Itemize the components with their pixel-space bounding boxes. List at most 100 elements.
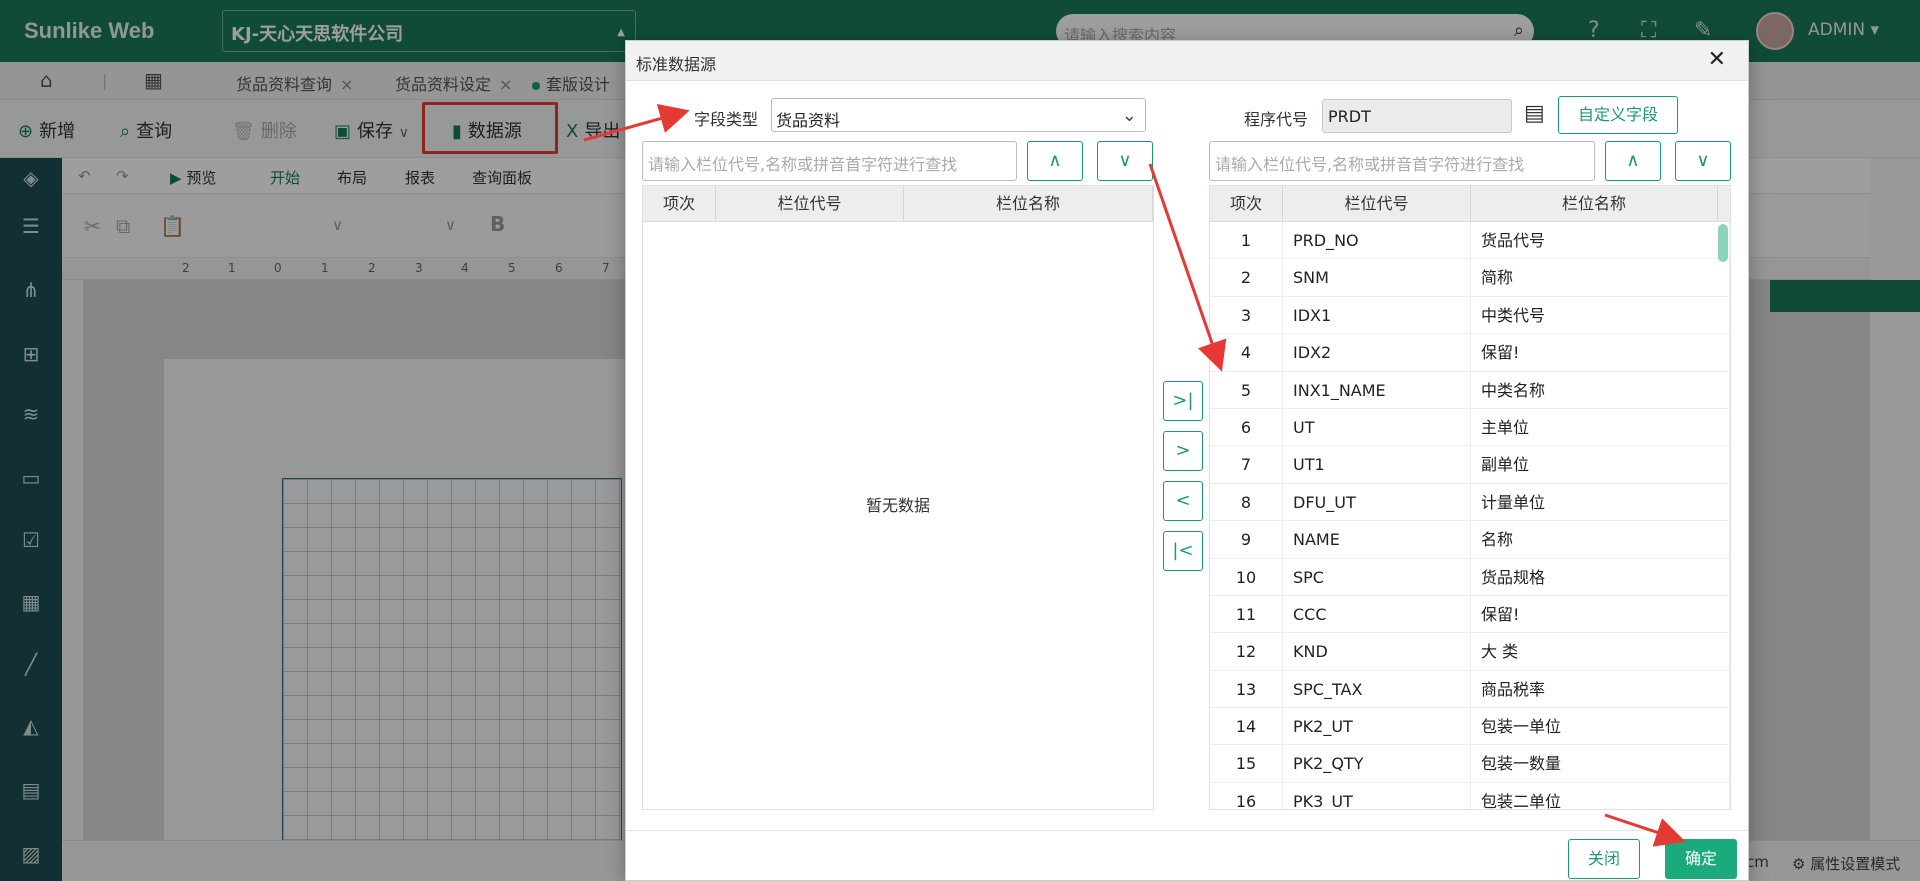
chevron-right-icon: > (1175, 440, 1191, 461)
table-header: 项次 栏位代号 栏位名称 (643, 186, 1153, 222)
row-no: 14 (1210, 708, 1283, 745)
table-row[interactable]: 15 PK2_QTY 包装一数量 (1210, 745, 1730, 783)
col-name: 栏位名称 (1471, 186, 1718, 221)
table-body: 1 PRD_NO 货品代号 2 SNM 简称 3 IDX1 中类代号 4 IDX2 保留! 5 INX1_… (1210, 222, 1730, 809)
row-name: 名称 (1471, 521, 1730, 558)
datasource-dialog: 标准数据源 ✕ 字段类型 货品资料 ⌄ 请输入栏位代号,名称或拼音首字符进行查找… (625, 40, 1749, 881)
row-name: 副单位 (1471, 446, 1730, 483)
chevron-down-icon: ∨ (1696, 150, 1710, 171)
col-name: 栏位名称 (904, 186, 1153, 221)
row-no: 7 (1210, 446, 1283, 483)
available-fields-table: 项次 栏位代号 栏位名称 1 PRD_NO 货品代号 2 SNM 简称 3 IDX1 中类代号 4… (1209, 185, 1731, 810)
row-code: KND (1283, 633, 1471, 670)
right-search-input[interactable]: 请输入栏位代号,名称或拼音首字符进行查找 (1209, 141, 1595, 181)
close-icon[interactable]: ✕ (1708, 47, 1726, 72)
chevron-right-bar-icon: >| (1172, 390, 1194, 411)
row-name: 保留! (1471, 334, 1730, 371)
row-code: UT (1283, 408, 1471, 446)
field-type-label: 字段类型 (694, 110, 759, 129)
col-code: 栏位代号 (716, 186, 904, 221)
row-name: 包装一单位 (1471, 708, 1730, 745)
scrollbar[interactable] (1718, 224, 1728, 262)
row-no: 2 (1210, 259, 1283, 296)
move-all-left-button[interactable]: |< (1163, 531, 1203, 571)
chevron-down-icon: ∨ (1118, 150, 1132, 171)
table-row[interactable]: 3 IDX1 中类代号 (1210, 296, 1730, 335)
row-no: 1 (1210, 222, 1283, 259)
row-no: 16 (1210, 782, 1283, 809)
row-no: 11 (1210, 595, 1283, 633)
row-code: PK3_UT (1283, 782, 1471, 809)
close-button[interactable]: 关闭 (1568, 839, 1640, 879)
row-code: INX1_NAME (1283, 371, 1471, 408)
row-name: 简称 (1471, 259, 1730, 296)
row-name: 货品规格 (1471, 558, 1730, 595)
row-code: NAME (1283, 521, 1471, 558)
table-row[interactable]: 10 SPC 货品规格 (1210, 558, 1730, 596)
row-code: SNM (1283, 259, 1471, 296)
row-no: 9 (1210, 521, 1283, 558)
program-code-value: PRDT (1328, 107, 1371, 126)
table-row[interactable]: 16 PK3_UT 包装二单位 (1210, 782, 1730, 809)
row-no: 15 (1210, 745, 1283, 782)
row-no: 12 (1210, 633, 1283, 670)
right-move-up-button[interactable]: ∧ (1605, 141, 1661, 181)
chevron-left-bar-icon: |< (1172, 540, 1194, 561)
col-no: 项次 (643, 186, 716, 221)
row-name: 包装一数量 (1471, 745, 1730, 782)
table-row[interactable]: 8 DFU_UT 计量单位 (1210, 483, 1730, 522)
program-code-field: PRDT (1322, 99, 1512, 133)
row-code: IDX2 (1283, 334, 1471, 371)
row-code: CCC (1283, 595, 1471, 633)
table-row[interactable]: 11 CCC 保留! (1210, 595, 1730, 634)
table-row[interactable]: 7 UT1 副单位 (1210, 446, 1730, 484)
row-code: PK2_UT (1283, 708, 1471, 745)
row-name: 保留! (1471, 595, 1730, 633)
table-row[interactable]: 9 NAME 名称 (1210, 521, 1730, 559)
table-row[interactable]: 1 PRD_NO 货品代号 (1210, 222, 1730, 260)
field-type-select[interactable]: 货品资料 ⌄ (771, 98, 1146, 132)
row-code: DFU_UT (1283, 483, 1471, 521)
row-no: 5 (1210, 371, 1283, 408)
dialog-title: 标准数据源 (636, 55, 717, 74)
right-search-placeholder: 请输入栏位代号,名称或拼音首字符进行查找 (1215, 155, 1525, 174)
row-code: UT1 (1283, 446, 1471, 483)
right-move-down-button[interactable]: ∨ (1675, 141, 1731, 181)
row-code: PRD_NO (1283, 222, 1471, 259)
row-name: 货品代号 (1471, 222, 1730, 259)
move-up-button[interactable]: ∧ (1027, 141, 1083, 181)
chevron-left-icon: < (1175, 490, 1191, 511)
col-no: 项次 (1210, 186, 1283, 221)
row-name: 大 类 (1471, 633, 1730, 670)
table-row[interactable]: 12 KND 大 类 (1210, 633, 1730, 671)
close-label: 关闭 (1587, 849, 1620, 868)
table-row[interactable]: 13 SPC_TAX 商品税率 (1210, 670, 1730, 709)
row-name: 中类代号 (1471, 296, 1730, 334)
table-row[interactable]: 14 PK2_UT 包装一单位 (1210, 708, 1730, 746)
table-row[interactable]: 4 IDX2 保留! (1210, 334, 1730, 372)
move-left-button[interactable]: < (1163, 481, 1203, 521)
row-name: 商品税率 (1471, 670, 1730, 708)
document-icon[interactable]: ▤ (1524, 101, 1545, 126)
ok-button[interactable]: 确定 (1665, 839, 1737, 879)
row-no: 3 (1210, 296, 1283, 334)
chevron-up-icon: ∧ (1048, 150, 1062, 171)
table-row[interactable]: 2 SNM 简称 (1210, 259, 1730, 297)
move-down-button[interactable]: ∨ (1097, 141, 1153, 181)
row-name: 主单位 (1471, 408, 1730, 446)
row-code: SPC (1283, 558, 1471, 595)
custom-field-button[interactable]: 自定义字段 (1558, 96, 1678, 134)
dialog-footer: 关闭 确定 (626, 830, 1748, 880)
row-name: 包装二单位 (1471, 782, 1730, 809)
table-header: 项次 栏位代号 栏位名称 (1210, 186, 1730, 222)
dialog-header: 标准数据源 ✕ (626, 41, 1748, 81)
left-search-input[interactable]: 请输入栏位代号,名称或拼音首字符进行查找 (642, 141, 1017, 181)
table-row[interactable]: 6 UT 主单位 (1210, 408, 1730, 447)
custom-field-label: 自定义字段 (1577, 105, 1658, 124)
move-right-button[interactable]: > (1163, 431, 1203, 471)
row-code: PK2_QTY (1283, 745, 1471, 782)
move-all-right-button[interactable]: >| (1163, 381, 1203, 421)
row-name: 计量单位 (1471, 483, 1730, 521)
left-search-placeholder: 请输入栏位代号,名称或拼音首字符进行查找 (648, 155, 958, 174)
table-row[interactable]: 5 INX1_NAME 中类名称 (1210, 371, 1730, 409)
